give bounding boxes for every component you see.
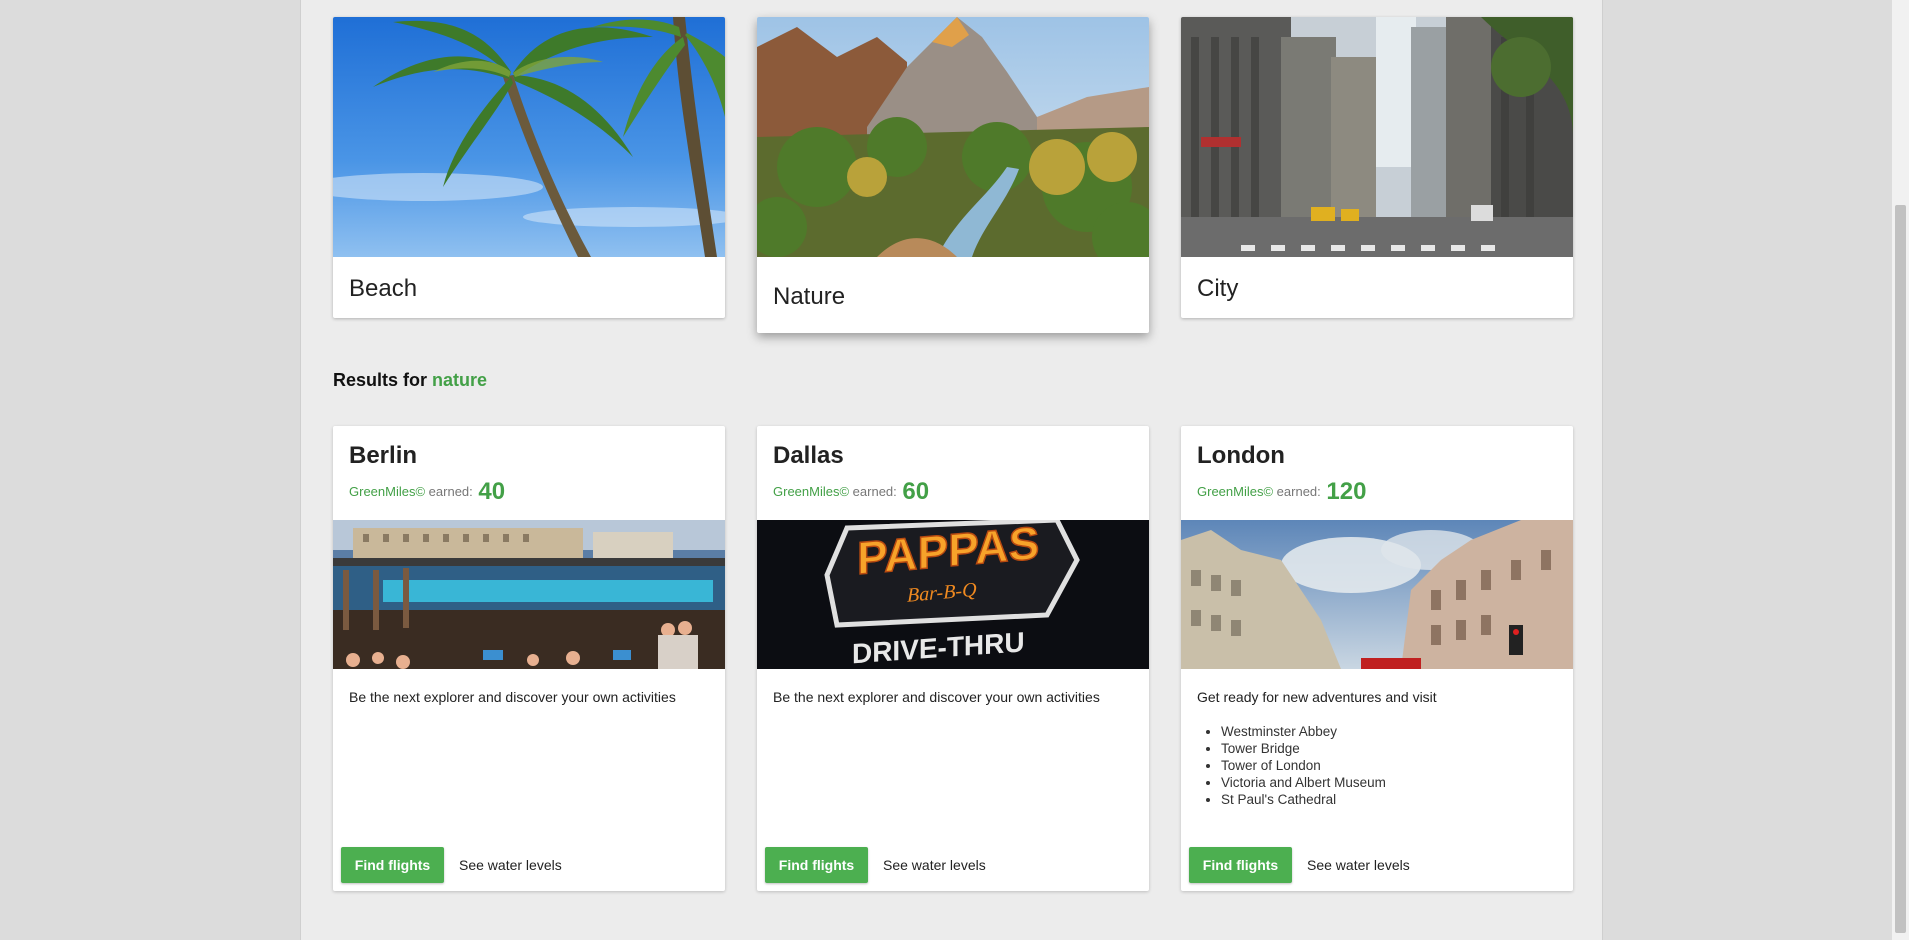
places-list: Westminster Abbey Tower Bridge Tower of … (1221, 723, 1386, 808)
category-card-city[interactable]: City (1181, 17, 1573, 318)
beach-image (333, 17, 725, 257)
london-image (1181, 520, 1573, 669)
see-water-levels-button[interactable]: See water levels (1299, 847, 1418, 883)
vertical-scrollbar[interactable] (1892, 0, 1909, 940)
category-title-beach: Beach (349, 275, 418, 302)
result-card-dallas: Dallas GreenMiles© earned: 60 PAPPAS Bar… (757, 426, 1149, 891)
greenmiles-earned: GreenMiles© earned: 60 (773, 478, 929, 506)
category-card-nature[interactable]: Nature (757, 17, 1149, 333)
greenmiles-value: 60 (902, 478, 930, 505)
list-item: Victoria and Albert Museum (1221, 774, 1386, 791)
results-prefix: Results for (333, 370, 428, 390)
earned-label: earned: (852, 484, 897, 499)
result-card-berlin: Berlin GreenMiles© earned: 40 Be the nex… (333, 426, 725, 891)
result-city-name: Dallas (773, 442, 844, 469)
greenmiles-value: 40 (478, 478, 506, 505)
scrollbar-thumb[interactable] (1895, 205, 1906, 933)
greenmiles-label: GreenMiles© (773, 484, 850, 499)
berlin-image (333, 520, 725, 669)
find-flights-button[interactable]: Find flights (765, 847, 868, 883)
find-flights-button[interactable]: Find flights (1189, 847, 1292, 883)
nature-image (757, 17, 1149, 257)
category-card-beach[interactable]: Beach (333, 17, 725, 318)
result-description: Be the next explorer and discover your o… (773, 689, 1100, 705)
city-image (1181, 17, 1573, 257)
result-description: Be the next explorer and discover your o… (349, 689, 676, 705)
greenmiles-earned: GreenMiles© earned: 40 (349, 478, 505, 506)
greenmiles-label: GreenMiles© (349, 484, 426, 499)
page-container: Beach Nature City Results for nature Ber… (300, 0, 1603, 940)
result-city-name: Berlin (349, 442, 418, 469)
earned-label: earned: (428, 484, 473, 499)
result-card-london: London GreenMiles© earned: 120 Get ready… (1181, 426, 1573, 891)
list-item: Tower Bridge (1221, 740, 1386, 757)
category-title-city: City (1197, 275, 1239, 302)
list-item: Tower of London (1221, 757, 1386, 774)
list-item: St Paul's Cathedral (1221, 791, 1386, 808)
list-item: Westminster Abbey (1221, 723, 1386, 740)
see-water-levels-button[interactable]: See water levels (875, 847, 994, 883)
greenmiles-value: 120 (1326, 478, 1367, 505)
results-keyword: nature (432, 370, 488, 390)
results-heading: Results for nature (333, 370, 487, 391)
greenmiles-label: GreenMiles© (1197, 484, 1274, 499)
greenmiles-earned: GreenMiles© earned: 120 (1197, 478, 1366, 506)
result-city-name: London (1197, 442, 1285, 469)
find-flights-button[interactable]: Find flights (341, 847, 444, 883)
category-title-nature: Nature (773, 283, 846, 310)
earned-label: earned: (1276, 484, 1321, 499)
result-description: Get ready for new adventures and visit (1197, 689, 1437, 705)
see-water-levels-button[interactable]: See water levels (451, 847, 570, 883)
dallas-image: PAPPAS Bar-B-Q DRIVE-THRU (757, 520, 1149, 669)
